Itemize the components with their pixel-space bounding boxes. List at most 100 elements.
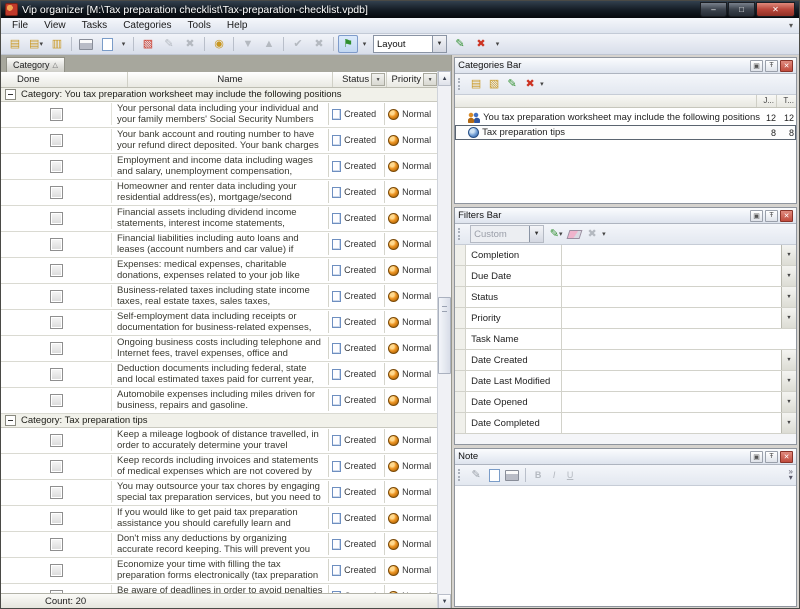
filter-value-field[interactable] bbox=[562, 287, 781, 307]
menu-tasks[interactable]: Tasks bbox=[75, 19, 115, 32]
task-row[interactable]: Employment and income data including wag… bbox=[1, 154, 438, 180]
filter-preset-dropdown[interactable]: ▼ bbox=[529, 226, 543, 242]
filter-value-field[interactable] bbox=[562, 371, 781, 391]
task-checkbox[interactable] bbox=[50, 264, 63, 277]
task-checkbox[interactable] bbox=[50, 316, 63, 329]
menu-tools[interactable]: Tools bbox=[181, 19, 218, 32]
bold-button[interactable]: B bbox=[531, 470, 545, 480]
task-checkbox[interactable] bbox=[50, 134, 63, 147]
print-preview-button[interactable] bbox=[97, 35, 117, 53]
task-checkbox[interactable] bbox=[50, 564, 63, 577]
move-up-button[interactable]: ▲ bbox=[259, 35, 279, 53]
filters-pin-button[interactable]: Ŧ bbox=[765, 210, 778, 222]
new-category-button[interactable]: ▧ bbox=[138, 35, 158, 53]
filter-dropdown-button[interactable]: ▼ bbox=[781, 308, 796, 328]
category-group-row[interactable]: Category: You tax preparation worksheet … bbox=[1, 88, 438, 102]
categories-restore-button[interactable]: ▣ bbox=[750, 60, 763, 72]
new-task-button[interactable]: ▤ bbox=[5, 35, 25, 53]
collapse-icon[interactable] bbox=[5, 415, 16, 426]
task-checkbox[interactable] bbox=[50, 160, 63, 173]
italic-button[interactable]: I bbox=[547, 470, 561, 480]
menu-file[interactable]: File bbox=[5, 19, 35, 32]
toolbar-options-icon[interactable]: ▾ bbox=[789, 21, 795, 30]
edit-note-button[interactable]: ✎ bbox=[468, 468, 484, 483]
categories-pin-button[interactable]: Ŧ bbox=[765, 60, 778, 72]
delete-filter-button[interactable]: ✖ bbox=[584, 227, 600, 242]
maximize-button[interactable]: □ bbox=[728, 2, 755, 17]
toolbar-grip[interactable] bbox=[458, 78, 463, 90]
filter-dropdown-button[interactable]: ▼ bbox=[781, 413, 796, 433]
edit-task-button[interactable]: ✎ bbox=[159, 35, 179, 53]
print-button[interactable] bbox=[76, 35, 96, 53]
collapse-icon[interactable] bbox=[5, 89, 16, 100]
task-checkbox[interactable] bbox=[50, 342, 63, 355]
task-row[interactable]: Be aware of deadlines in order to avoid … bbox=[1, 584, 438, 593]
filter-value-field[interactable] bbox=[562, 350, 781, 370]
note-restore-button[interactable]: ▣ bbox=[750, 451, 763, 463]
category-item[interactable]: You tax preparation worksheet may includ… bbox=[455, 110, 796, 125]
filter-dropdown-button[interactable]: ▼ bbox=[781, 371, 796, 391]
category-group-row[interactable]: Category: Tax preparation tips bbox=[1, 414, 438, 428]
task-row[interactable]: Keep records including invoices and stat… bbox=[1, 454, 438, 480]
import-task-button[interactable]: ▥ bbox=[47, 35, 67, 53]
task-checkbox[interactable] bbox=[50, 368, 63, 381]
task-row[interactable]: Homeowner and renter data including your… bbox=[1, 180, 438, 206]
filter-preset-combobox[interactable]: Custom ▼ bbox=[470, 225, 544, 243]
task-row[interactable]: You may outsource your tax chores by eng… bbox=[1, 480, 438, 506]
filter-value-field[interactable] bbox=[562, 266, 781, 286]
task-row[interactable]: Expenses: medical expenses, charitable d… bbox=[1, 258, 438, 284]
task-row[interactable]: Don't miss any deductions by organizing … bbox=[1, 532, 438, 558]
close-button[interactable]: ✕ bbox=[756, 2, 795, 17]
task-checkbox[interactable] bbox=[50, 186, 63, 199]
scrollbar-thumb[interactable] bbox=[438, 297, 451, 374]
scroll-down-button[interactable]: ▼ bbox=[438, 594, 451, 609]
column-header-priority[interactable]: Priority ▼ bbox=[387, 72, 438, 87]
filter-value-field[interactable] bbox=[562, 413, 781, 433]
task-row[interactable]: Business-related taxes including state i… bbox=[1, 284, 438, 310]
print-note-button[interactable] bbox=[504, 468, 520, 483]
toolbar-grip[interactable] bbox=[458, 469, 463, 481]
menu-help[interactable]: Help bbox=[220, 19, 255, 32]
minimize-button[interactable]: – bbox=[700, 2, 727, 17]
move-down-button[interactable]: ▼ bbox=[238, 35, 258, 53]
note-editor[interactable] bbox=[455, 486, 796, 606]
new-note-page-button[interactable] bbox=[486, 468, 502, 483]
filter-value-field[interactable] bbox=[562, 245, 781, 265]
task-checkbox[interactable] bbox=[50, 538, 63, 551]
task-checkbox[interactable] bbox=[50, 290, 63, 303]
status-filter-button[interactable]: ▼ bbox=[371, 73, 385, 86]
filter-value-field[interactable] bbox=[562, 392, 781, 412]
task-checkbox[interactable] bbox=[50, 460, 63, 473]
filter-dropdown-button[interactable]: ▼ bbox=[781, 245, 796, 265]
menu-categories[interactable]: Categories bbox=[116, 19, 178, 32]
note-close-button[interactable]: ✕ bbox=[780, 451, 793, 463]
task-row[interactable]: Ongoing business costs including telepho… bbox=[1, 336, 438, 362]
task-row[interactable]: Self-employment data including receipts … bbox=[1, 310, 438, 336]
column-header-name[interactable]: Name bbox=[128, 72, 333, 87]
layout-combobox[interactable]: Layout ▼ bbox=[373, 35, 447, 53]
complete-task-button[interactable]: ✔ bbox=[288, 35, 308, 53]
filter-dropdown-button[interactable]: ▼ bbox=[781, 350, 796, 370]
task-checkbox[interactable] bbox=[50, 212, 63, 225]
apply-filter-button[interactable]: ✎▾ bbox=[548, 227, 564, 242]
column-header-done[interactable]: Done bbox=[1, 72, 128, 87]
delete-task-button[interactable]: ✖ bbox=[180, 35, 200, 53]
filters-toolbar-options[interactable]: ▾ bbox=[602, 229, 606, 240]
task-checkbox[interactable] bbox=[50, 486, 63, 499]
new-subcategory-button[interactable]: ▧ bbox=[486, 77, 502, 92]
filters-restore-button[interactable]: ▣ bbox=[750, 210, 763, 222]
task-checkbox[interactable] bbox=[50, 238, 63, 251]
flag-button[interactable]: ⚑ bbox=[338, 35, 358, 53]
toolbar-grip[interactable] bbox=[458, 228, 463, 240]
filter-value-field[interactable] bbox=[562, 308, 781, 328]
task-row[interactable]: Your personal data including your indivi… bbox=[1, 102, 438, 128]
show-completed-button[interactable]: ◉ bbox=[209, 35, 229, 53]
new-item-dropdown[interactable]: ▤▾ bbox=[26, 35, 46, 53]
filter-dropdown-button[interactable]: ▼ bbox=[781, 287, 796, 307]
edit-layout-button[interactable]: ✎ bbox=[450, 35, 470, 53]
task-checkbox[interactable] bbox=[50, 108, 63, 121]
task-row[interactable]: Automobile expenses including miles driv… bbox=[1, 388, 438, 414]
clear-filter-button[interactable] bbox=[566, 227, 582, 242]
category-item[interactable]: Tax preparation tips88 bbox=[455, 125, 796, 140]
grid-scrollbar[interactable]: ▲ ▼ bbox=[437, 71, 451, 609]
